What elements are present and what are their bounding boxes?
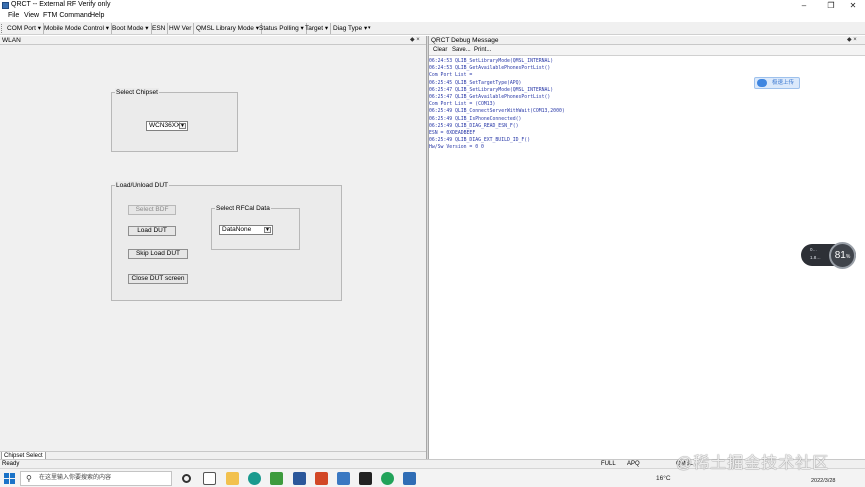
load-dut-button[interactable]: Load DUT xyxy=(128,226,176,236)
clear-button[interactable]: Clear xyxy=(433,46,447,55)
watermark: @稀土掘金技术社区 xyxy=(676,455,830,472)
file-explorer-icon[interactable] xyxy=(226,472,239,485)
rfcal-data-select-value: DataNone xyxy=(222,226,252,233)
hw-ver-button[interactable]: HW Ver xyxy=(167,23,195,34)
close-dut-screen-button[interactable]: Close DUT screen xyxy=(128,274,188,284)
qrct-app-icon[interactable] xyxy=(403,472,416,485)
wlan-pane-header: WLAN ◆ × xyxy=(0,36,426,45)
minimize-icon[interactable]: – xyxy=(792,0,816,11)
memory-usage-dial[interactable]: 81% xyxy=(829,242,856,269)
select-rfcal-data-label: Select RFCal Data xyxy=(215,204,271,213)
menu-bar: File View FTM Command Help xyxy=(0,11,865,22)
search-icon: ⚲ xyxy=(26,474,32,483)
windows-start-icon[interactable] xyxy=(4,473,15,484)
perf-upload-rate: 0… xyxy=(810,247,818,252)
taskbar-search-placeholder: 在这里输入你要搜索的内容 xyxy=(39,475,112,481)
log-line: ESN = 0XDEADBEEF xyxy=(429,131,476,137)
skip-load-dut-button[interactable]: Skip Load DUT xyxy=(128,249,188,259)
debug-pane-header: QRCT Debug Message ◆ × xyxy=(429,36,865,45)
wlan-pane-title: WLAN xyxy=(2,37,21,44)
print-button[interactable]: Print... xyxy=(474,46,491,55)
rfcal-data-select[interactable]: DataNone ▼ xyxy=(219,225,273,235)
com-port-dropdown[interactable]: COM Port ▾ xyxy=(5,23,44,34)
log-line: 06:25:49 QLIB_DIAG_READ_ESN_F() xyxy=(429,123,519,129)
cloud-upload-label: 极速上传 xyxy=(772,80,795,86)
cloud-icon xyxy=(757,79,767,87)
wlan-pane-controls[interactable]: ◆ × xyxy=(410,36,420,45)
log-line: 06:25:47 QLIB_GetAvailablePhonesPortList… xyxy=(429,95,551,101)
edge-icon[interactable] xyxy=(248,472,261,485)
menu-ftm-command[interactable]: FTM Command xyxy=(43,12,92,19)
log-line: 06:25:49 QLIB_DIAG_EXT_BUILD_ID_F() xyxy=(429,138,531,144)
debug-message-pane: Clear Save... Print... 06:24:53 QLIB_Set… xyxy=(429,45,865,459)
task-view-icon[interactable] xyxy=(203,472,216,485)
menu-view[interactable]: View xyxy=(24,12,39,19)
taskbar-date[interactable]: 2022/3/28 xyxy=(811,477,835,485)
menu-help[interactable]: Help xyxy=(90,12,104,19)
esn-button[interactable]: ESN xyxy=(150,23,169,34)
close-icon[interactable]: ✕ xyxy=(841,0,865,11)
select-chipset-group: Select Chipset WCN36XX ▼ xyxy=(111,88,238,152)
log-line: 06:24:53 QLIB_SetLibraryMode(QMSL_INTERN… xyxy=(429,59,554,64)
status-polling-dropdown[interactable]: Status Polling ▾ xyxy=(257,23,307,34)
select-bdf-button[interactable]: Select BDF xyxy=(128,205,176,215)
select-chipset-label: Select Chipset xyxy=(115,88,159,97)
word-icon[interactable] xyxy=(293,472,306,485)
wlan-tab-strip: Chipset Select xyxy=(0,451,426,460)
window-title: QRCT -- External RF Verify only xyxy=(11,1,111,8)
toolbar: COM Port ▾ Mobile Mode Control ▾ Boot Mo… xyxy=(0,22,865,35)
app-icon xyxy=(2,2,9,9)
debug-pane-title: QRCT Debug Message xyxy=(431,37,499,44)
load-unload-dut-group: Load/Unload DUT Select BDF Load DUT Skip… xyxy=(111,181,342,301)
select-rfcal-data-group: Select RFCal Data DataNone ▼ xyxy=(211,204,300,250)
toolbar-grip[interactable] xyxy=(1,24,4,33)
log-line: 06:25:49 QLIB_ConnectServerWithWait(COM1… xyxy=(429,109,565,115)
weather-temperature[interactable]: 16°C xyxy=(656,472,671,485)
chipset-select[interactable]: WCN36XX ▼ xyxy=(146,121,188,131)
powerpoint-icon[interactable] xyxy=(315,472,328,485)
chipset-select-value: WCN36XX xyxy=(149,122,181,129)
cloud-upload-widget[interactable]: 极速上传 xyxy=(754,77,800,89)
debug-log: 06:24:53 QLIB_SetLibraryMode(QMSL_INTERN… xyxy=(429,58,865,152)
log-line: Hw/Sw Version = 0 0 xyxy=(429,145,484,151)
restore-icon[interactable]: ❐ xyxy=(819,0,843,11)
title-bar: QRCT -- External RF Verify only – ❐ ✕ xyxy=(0,0,865,11)
target-dropdown[interactable]: Target ▾ xyxy=(303,23,332,34)
diag-type-dropdown[interactable]: Diag Type ▾ xyxy=(331,23,369,34)
notepad-icon[interactable] xyxy=(270,472,283,485)
chat-icon[interactable] xyxy=(381,472,394,485)
debug-pane-controls[interactable]: ◆ × xyxy=(847,36,857,45)
log-line: 06:25:49 QLIB_IsPhoneConnected() xyxy=(429,116,522,122)
perf-download-rate: 1.8… xyxy=(810,255,821,260)
log-line: 06:24:53 QLIB_GetAvailablePhonesPortList… xyxy=(429,66,551,72)
wlan-pane: Select Chipset WCN36XX ▼ Load/Unload DUT… xyxy=(0,45,426,451)
terminal-icon[interactable] xyxy=(359,472,372,485)
qmsl-library-mode-dropdown[interactable]: QMSL Library Mode ▾ xyxy=(194,23,262,34)
boot-mode-dropdown[interactable]: Boot Mode ▾ xyxy=(110,23,152,34)
chevron-down-icon: ▼ xyxy=(264,227,271,233)
memory-usage-percent-suffix: % xyxy=(845,254,851,260)
memory-usage-percent: 81 xyxy=(834,250,846,261)
toolbar-overflow-icon[interactable]: ▾ xyxy=(366,23,373,34)
debug-toolbar: Clear Save... Print... xyxy=(429,45,865,56)
taskbar-search-input[interactable]: ⚲ 在这里输入你要搜索的内容 xyxy=(20,471,172,486)
chevron-down-icon: ▼ xyxy=(179,123,186,129)
menu-file[interactable]: File xyxy=(8,12,19,19)
cortana-icon[interactable] xyxy=(182,474,191,483)
app-icon-blue[interactable] xyxy=(337,472,350,485)
log-line: Com Port List = (COM13) xyxy=(429,102,496,108)
load-unload-dut-label: Load/Unload DUT xyxy=(115,181,170,190)
mobile-mode-control-dropdown[interactable]: Mobile Mode Control ▾ xyxy=(42,23,113,34)
save-button[interactable]: Save... xyxy=(452,46,471,55)
